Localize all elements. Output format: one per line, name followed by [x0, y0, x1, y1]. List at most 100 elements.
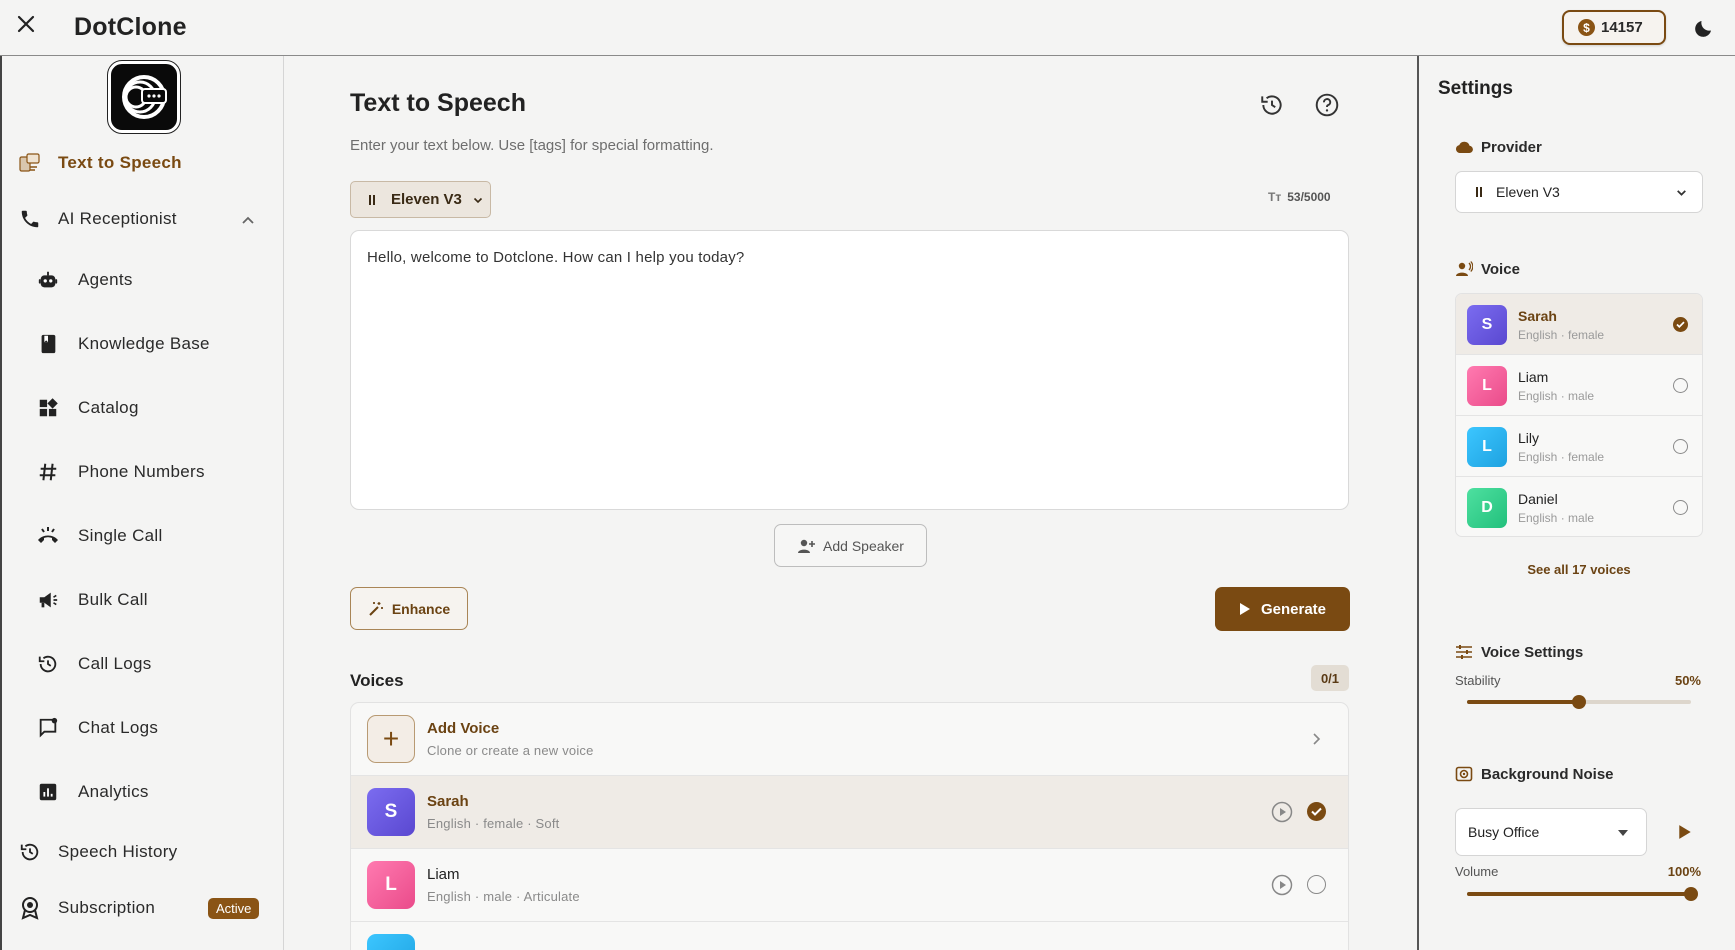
voice-list: + Add Voice Clone or create a new voice … [350, 702, 1349, 950]
sidebar-item-ai-receptionist[interactable]: AI Receptionist [18, 207, 177, 231]
bars-icon [1476, 187, 1482, 197]
voice-row-sarah[interactable]: S Sarah English · female · Soft [351, 776, 1348, 849]
preview-play-icon[interactable] [1271, 801, 1293, 823]
sidebar-item-bulk-call[interactable]: Bulk Call [36, 588, 148, 612]
provider-dropdown[interactable]: Eleven V3 [1455, 171, 1703, 213]
add-speaker-label: Add Speaker [823, 537, 904, 554]
voices-heading: Voices [350, 671, 404, 690]
close-icon[interactable] [14, 12, 38, 36]
background-noise-dropdown[interactable]: Busy Office [1455, 808, 1647, 856]
caret-down-icon [1618, 830, 1628, 836]
avatar [367, 934, 415, 950]
sidebar-item-label: Phone Numbers [78, 462, 205, 481]
selected-check-icon[interactable] [1307, 802, 1326, 821]
stability-label: Stability [1455, 673, 1501, 688]
sidebar-item-label: Agents [78, 270, 133, 289]
chevron-right-icon [1308, 731, 1324, 747]
page-title: Text to Speech [350, 89, 526, 117]
add-voice-title: Add Voice [427, 720, 500, 737]
phone-icon [18, 207, 42, 231]
voice-settings-heading: Voice Settings [1455, 643, 1583, 661]
add-speaker-button[interactable]: Add Speaker [774, 524, 927, 567]
app-title: DotClone [74, 13, 187, 41]
sidebar-item-speech-history[interactable]: Speech History [18, 840, 177, 864]
radio-unselected[interactable] [1673, 500, 1688, 515]
chevron-down-icon [473, 197, 482, 203]
magic-wand-icon [369, 601, 383, 616]
slider-thumb[interactable] [1572, 695, 1586, 709]
voice-name: Sarah [427, 793, 469, 810]
noise-icon [1455, 766, 1473, 782]
sidebar-item-label: Call Logs [78, 654, 152, 673]
voice-row-liam[interactable]: L Liam English · male · Articulate [351, 849, 1348, 922]
page-subtitle: Enter your text below. Use [tags] for sp… [350, 137, 714, 154]
voice-row-partial[interactable] [351, 922, 1348, 950]
robot-icon [36, 268, 60, 292]
avatar: L [1467, 427, 1507, 467]
voices-count-badge: 0/1 [1311, 665, 1349, 691]
voice-name: Daniel [1518, 491, 1558, 507]
see-all-voices-link[interactable]: See all 17 voices [1455, 562, 1703, 577]
settings-voice-list: S Sarah English · female L Liam English … [1455, 293, 1703, 537]
settings-voice-lily[interactable]: L Lily English · female [1456, 416, 1702, 477]
voice-name: Lily [1518, 430, 1540, 446]
help-icon[interactable] [1314, 92, 1340, 118]
sidebar-item-analytics[interactable]: Analytics [36, 780, 149, 804]
cloud-icon [1455, 141, 1473, 154]
text-input[interactable]: Hello, welcome to Dotclone. How can I he… [350, 230, 1349, 510]
sidebar-item-agents[interactable]: Agents [36, 268, 133, 292]
stability-slider[interactable] [1467, 695, 1691, 709]
background-noise-heading: Background Noise [1455, 765, 1614, 783]
sidebar-item-single-call[interactable]: Single Call [36, 524, 163, 548]
settings-voice-daniel[interactable]: D Daniel English · male [1456, 477, 1702, 536]
coin-balance[interactable]: $ 14157 [1562, 10, 1666, 45]
top-bar: DotClone $ 14157 [0, 0, 1735, 56]
volume-slider[interactable] [1467, 887, 1698, 901]
sidebar-item-label: Analytics [78, 782, 149, 801]
sidebar-item-call-logs[interactable]: Call Logs [36, 652, 152, 676]
model-dropdown[interactable]: Eleven V3 [350, 181, 491, 218]
sidebar-item-label: AI Receptionist [58, 209, 177, 228]
sidebar-item-chat-logs[interactable]: Chat Logs [36, 716, 158, 740]
chat-icon [36, 716, 60, 740]
provider-label: Provider [1481, 138, 1542, 156]
voice-icon [1456, 261, 1473, 276]
slider-fill [1467, 892, 1691, 896]
award-icon [18, 896, 42, 920]
chevron-up-icon[interactable] [240, 213, 256, 229]
avatar: S [367, 788, 415, 836]
sidebar-item-text-to-speech[interactable]: Text to Speech [18, 151, 182, 175]
coin-icon: $ [1578, 19, 1595, 36]
generate-button[interactable]: Generate [1215, 587, 1350, 631]
play-icon [1239, 603, 1250, 615]
settings-title: Settings [1438, 78, 1513, 99]
avatar: L [367, 861, 415, 909]
sidebar-item-phone-numbers[interactable]: Phone Numbers [36, 460, 205, 484]
stability-value: 50% [1674, 673, 1701, 688]
enhance-button[interactable]: Enhance [350, 587, 468, 630]
generate-label: Generate [1260, 600, 1327, 618]
preview-play-icon[interactable] [1271, 874, 1293, 896]
sidebar-item-knowledge-base[interactable]: Knowledge Base [36, 332, 210, 356]
settings-voice-liam[interactable]: L Liam English · male [1456, 355, 1702, 416]
sidebar-item-catalog[interactable]: Catalog [36, 396, 139, 420]
voice-desc: English · male [1518, 511, 1595, 525]
radio-unselected[interactable] [1673, 378, 1688, 393]
history-icon [18, 840, 42, 864]
history-icon[interactable] [1259, 92, 1285, 118]
play-icon[interactable] [1677, 824, 1693, 840]
slider-thumb[interactable] [1684, 887, 1698, 901]
coin-balance-value: 14157 [1601, 19, 1643, 36]
radio-unselected[interactable] [1673, 439, 1688, 454]
history-icon [36, 652, 60, 676]
sidebar-item-label: Subscription [58, 898, 156, 917]
bars-icon [369, 194, 375, 205]
moon-icon[interactable] [1694, 16, 1716, 38]
radio-unselected[interactable] [1307, 875, 1326, 894]
voice-label: Voice [1481, 260, 1520, 278]
selected-check-icon[interactable] [1673, 317, 1688, 332]
settings-voice-sarah[interactable]: S Sarah English · female [1456, 294, 1702, 355]
add-voice-row[interactable]: + Add Voice Clone or create a new voice [351, 703, 1348, 776]
voice-name: Sarah [1518, 308, 1557, 324]
sidebar-item-subscription[interactable]: Subscription [18, 896, 155, 920]
